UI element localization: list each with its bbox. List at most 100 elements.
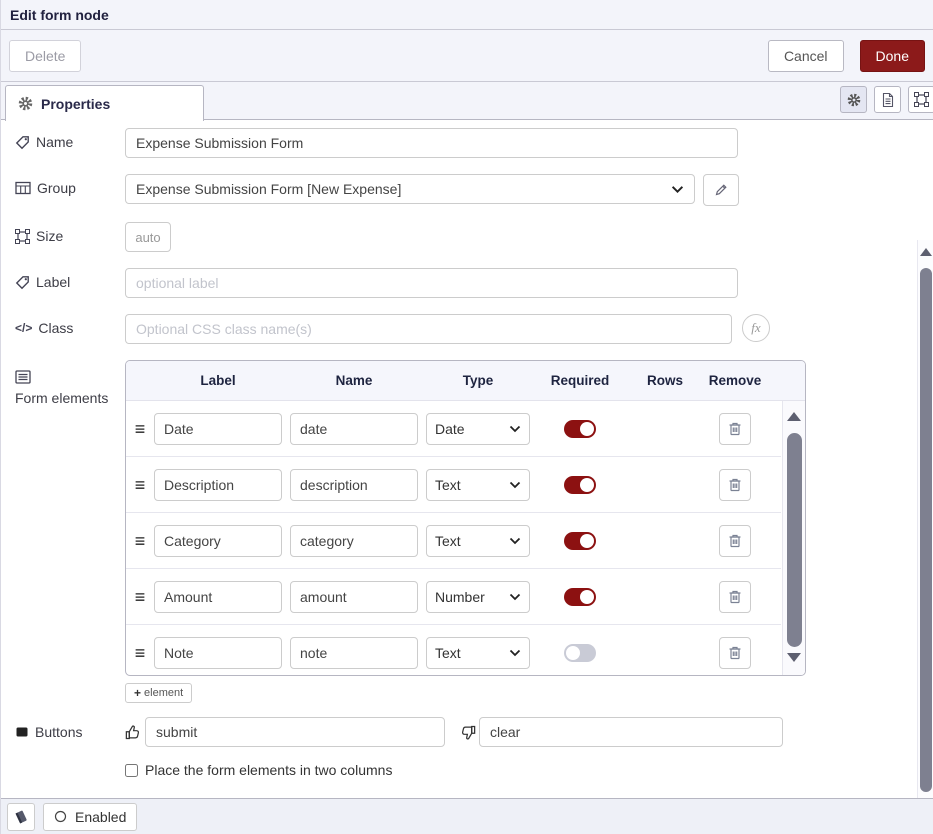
label-label: Label <box>15 268 125 290</box>
appearance-icon <box>914 92 929 107</box>
delete-element-button[interactable] <box>719 413 751 445</box>
description-tab-button[interactable] <box>874 86 901 113</box>
elements-table-body: ≡ Date ≡ Text <box>126 401 805 675</box>
size-icon <box>15 229 30 244</box>
element-type-select[interactable]: Text <box>426 525 530 557</box>
scroll-up-icon[interactable] <box>787 412 801 421</box>
panel-scrollbar-thumb[interactable] <box>920 268 932 792</box>
class-label: </> Class <box>15 314 125 336</box>
thumbs-up-icon <box>125 724 142 741</box>
status-circle-icon <box>54 810 67 823</box>
element-type-value: Number <box>435 589 485 605</box>
expression-fx-button[interactable]: fx <box>742 314 770 342</box>
list-icon <box>15 370 31 384</box>
element-label-input[interactable] <box>154 413 282 445</box>
element-type-select[interactable]: Date <box>426 413 530 445</box>
element-type-select[interactable]: Number <box>426 581 530 613</box>
chevron-down-icon <box>509 593 521 601</box>
tab-properties-label: Properties <box>41 96 110 112</box>
form-element-row: ≡ Number <box>126 569 781 625</box>
element-type-value: Date <box>435 421 465 437</box>
edit-group-button[interactable] <box>703 174 739 206</box>
cancel-button[interactable]: Cancel <box>768 40 844 72</box>
drag-handle-icon[interactable]: ≡ <box>126 644 154 662</box>
trash-icon <box>727 645 743 661</box>
buttons-row: Buttons <box>15 717 933 747</box>
element-name-input[interactable] <box>290 525 418 557</box>
form-element-row: ≡ Text <box>126 457 781 513</box>
form-element-row: ≡ Text <box>126 513 781 569</box>
book-icon <box>13 809 29 825</box>
delete-element-button[interactable] <box>719 525 751 557</box>
required-toggle[interactable] <box>564 532 596 550</box>
required-toggle[interactable] <box>564 420 596 438</box>
scroll-down-icon[interactable] <box>787 653 801 662</box>
required-toggle[interactable] <box>564 588 596 606</box>
submit-button-label-input[interactable] <box>145 717 445 747</box>
size-row: Size auto <box>15 222 933 252</box>
done-button[interactable]: Done <box>860 40 925 72</box>
element-label-input[interactable] <box>154 525 282 557</box>
group-row: Group Expense Submission Form [New Expen… <box>15 174 933 206</box>
table-scrollbar[interactable] <box>782 401 805 675</box>
delete-element-button[interactable] <box>719 469 751 501</box>
name-row: Name <box>15 128 933 158</box>
element-type-value: Text <box>435 477 461 493</box>
trash-icon <box>727 477 743 493</box>
table-scrollbar-thumb[interactable] <box>787 433 802 647</box>
label-input[interactable] <box>125 268 738 298</box>
element-name-input[interactable] <box>290 581 418 613</box>
required-toggle[interactable] <box>564 644 596 662</box>
add-element-button[interactable]: + element <box>125 683 192 703</box>
panel-scrollbar[interactable] <box>917 240 933 798</box>
gear-icon <box>18 96 33 111</box>
drag-handle-icon[interactable]: ≡ <box>126 420 154 438</box>
element-name-input[interactable] <box>290 469 418 501</box>
tag-icon <box>15 275 30 290</box>
delete-element-button[interactable] <box>719 581 751 613</box>
element-label-input[interactable] <box>154 469 282 501</box>
enabled-toggle-button[interactable]: Enabled <box>43 803 137 831</box>
two-columns-label: Place the form elements in two columns <box>145 762 392 778</box>
properties-panel: Name Group Expense Submission Form [New … <box>1 120 933 798</box>
element-label-input[interactable] <box>154 581 282 613</box>
tab-properties[interactable]: Properties <box>5 85 204 121</box>
required-toggle[interactable] <box>564 476 596 494</box>
drag-handle-icon[interactable]: ≡ <box>126 476 154 494</box>
name-label: Name <box>15 128 125 150</box>
form-element-row: ≡ Date <box>126 401 781 457</box>
panel-scroll-up-icon[interactable] <box>920 248 932 256</box>
two-columns-checkbox[interactable] <box>125 764 138 777</box>
tag-icon <box>15 135 30 150</box>
chevron-down-icon <box>509 649 521 657</box>
thumbs-down-icon <box>459 724 476 741</box>
delete-element-button[interactable] <box>719 637 751 669</box>
name-input[interactable] <box>125 128 738 158</box>
dialog-footer: Enabled <box>1 798 933 834</box>
col-header-type: Type <box>426 373 530 388</box>
trash-icon <box>727 533 743 549</box>
drag-handle-icon[interactable]: ≡ <box>126 588 154 606</box>
element-name-input[interactable] <box>290 413 418 445</box>
dialog-toolbar: Delete Cancel Done <box>1 30 933 82</box>
delete-button[interactable]: Delete <box>9 40 81 72</box>
drag-handle-icon[interactable]: ≡ <box>126 532 154 550</box>
element-type-select[interactable]: Text <box>426 637 530 669</box>
col-header-label: Label <box>154 373 282 388</box>
dialog-header: Edit form node <box>1 0 933 30</box>
group-label: Group <box>15 174 125 196</box>
element-type-select[interactable]: Text <box>426 469 530 501</box>
chevron-down-icon <box>509 537 521 545</box>
appearance-tab-button[interactable] <box>908 86 933 113</box>
element-label-input[interactable] <box>154 637 282 669</box>
group-table-icon <box>15 181 31 195</box>
clear-button-label-input[interactable] <box>479 717 783 747</box>
docs-button[interactable] <box>7 803 35 831</box>
trash-icon <box>727 589 743 605</box>
size-button[interactable]: auto <box>125 222 171 252</box>
properties-gear-tab-button[interactable] <box>840 86 867 113</box>
group-select[interactable]: Expense Submission Form [New Expense] <box>125 174 695 204</box>
element-name-input[interactable] <box>290 637 418 669</box>
class-input[interactable] <box>125 314 732 344</box>
form-elements-row: Form elements Label Name Type Required R… <box>15 360 933 676</box>
